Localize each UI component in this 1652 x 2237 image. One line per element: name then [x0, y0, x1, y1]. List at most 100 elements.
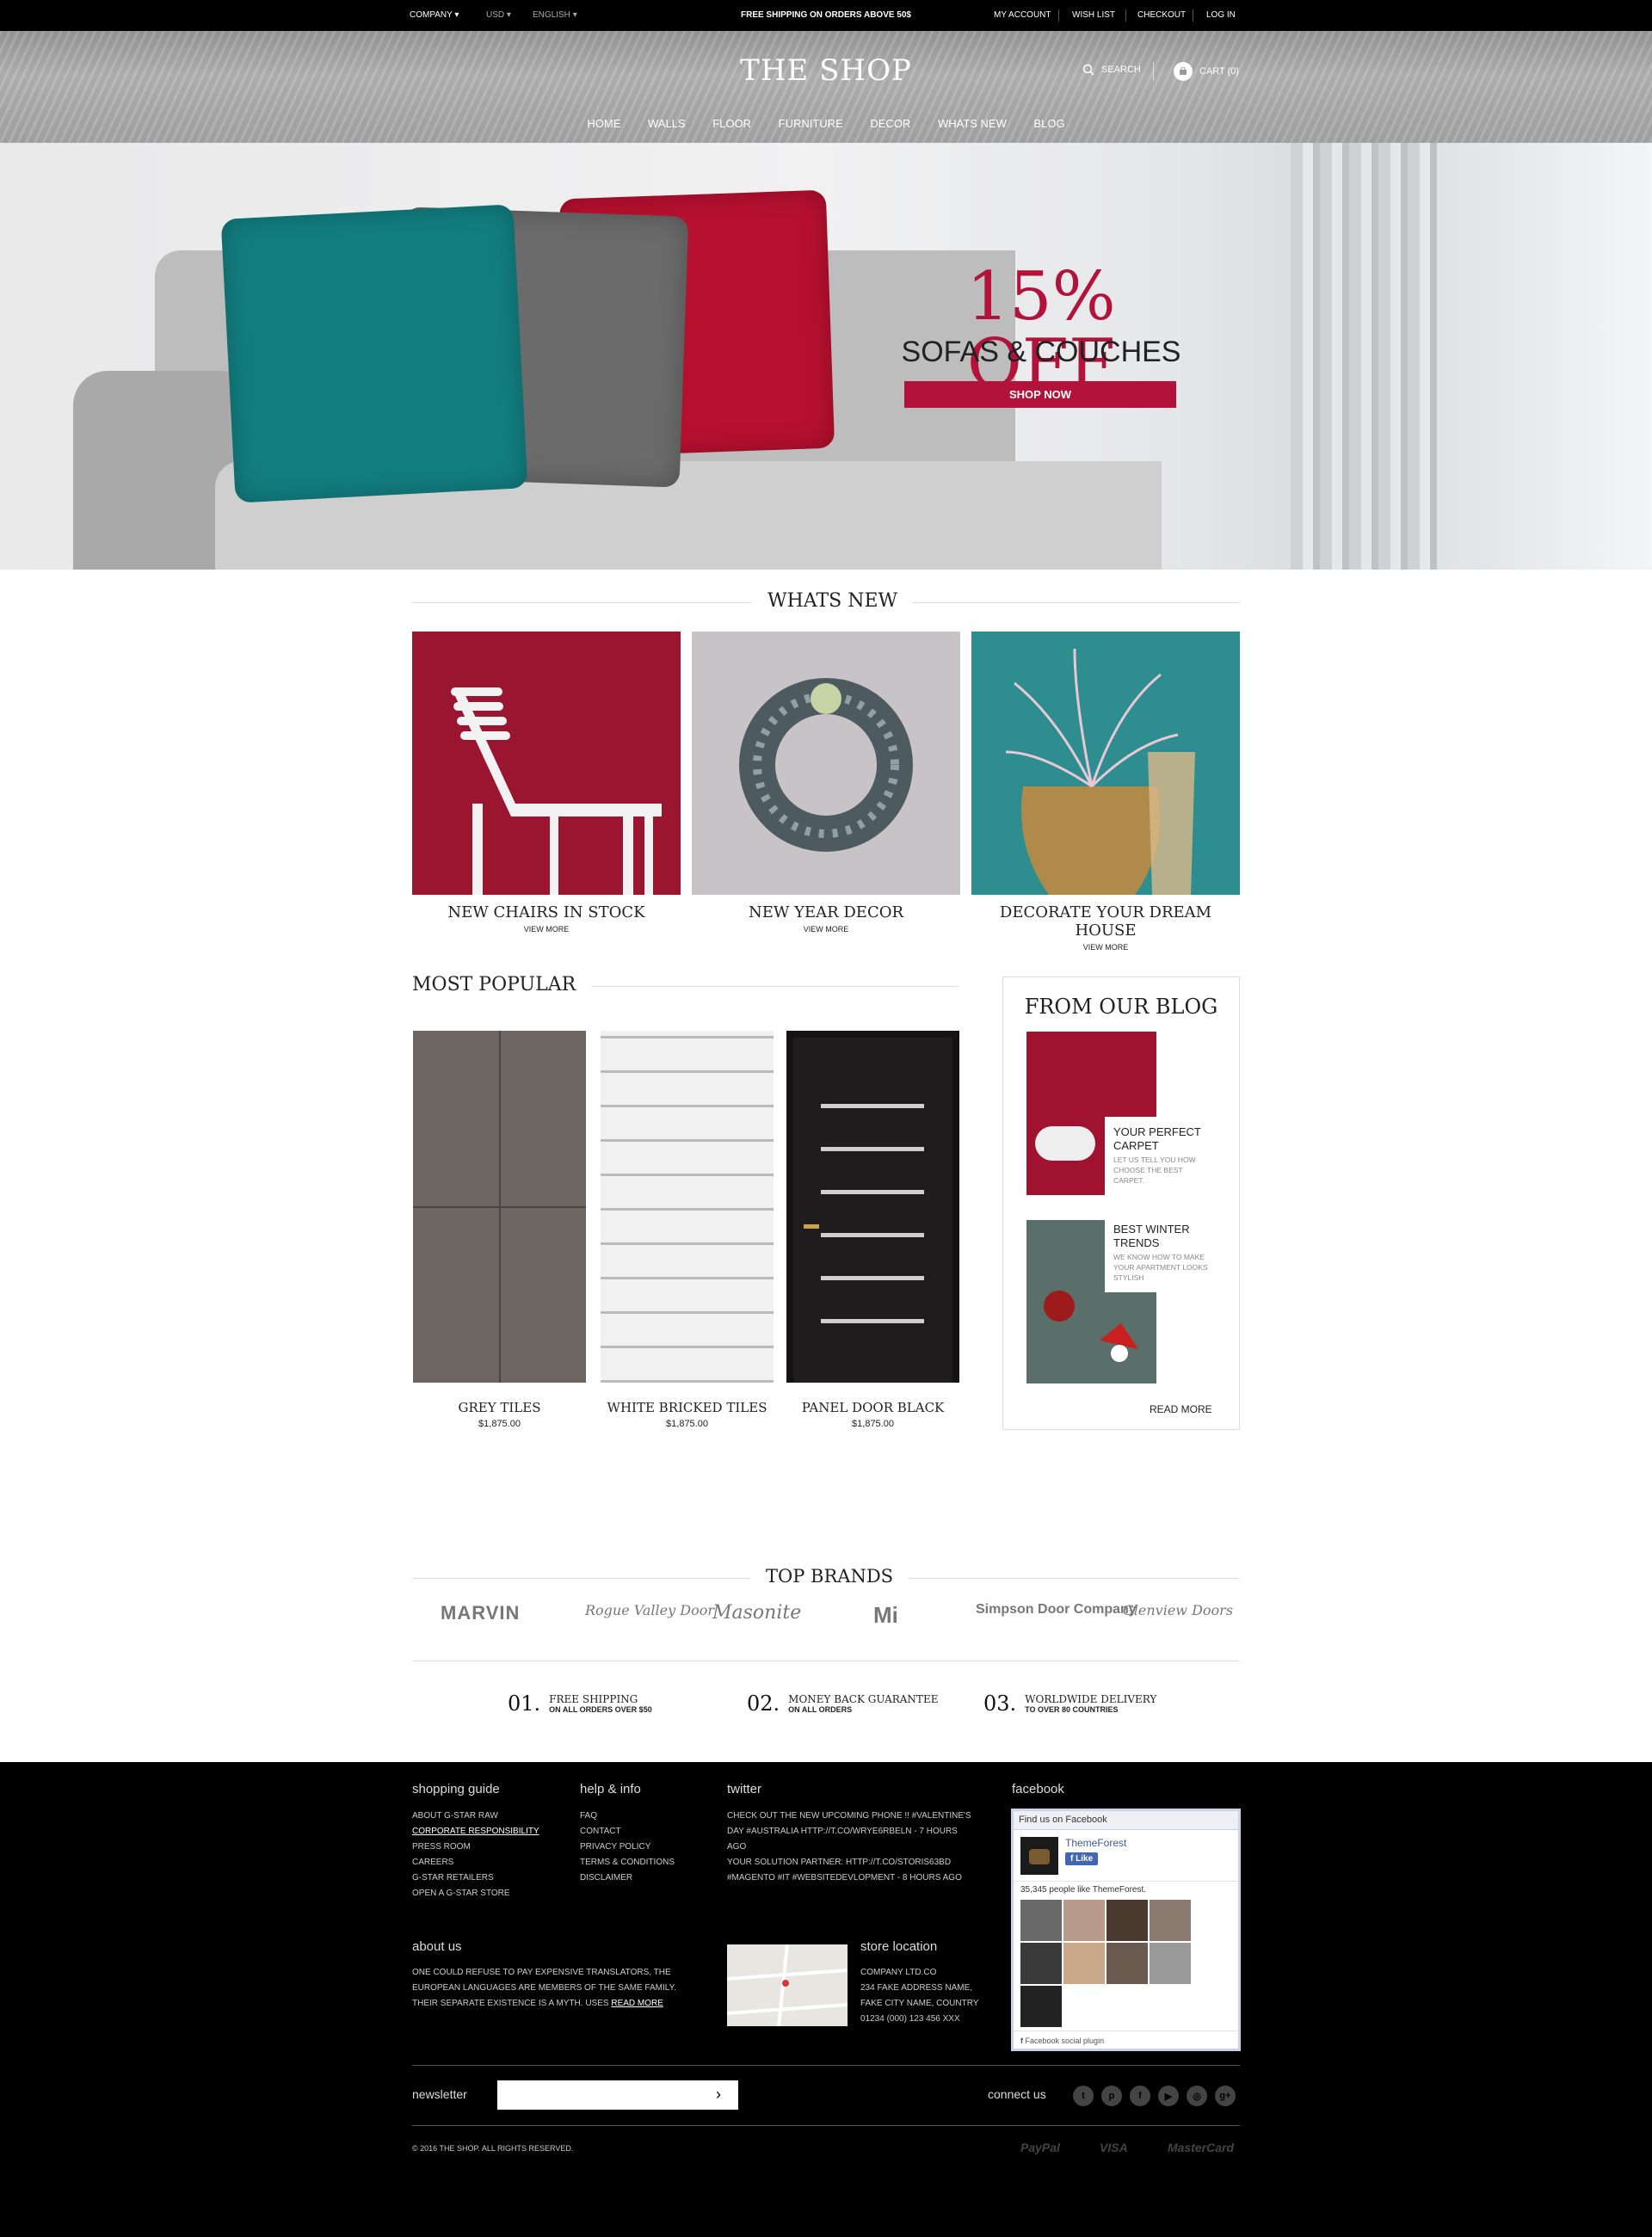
visa-logo: VISA: [1100, 2141, 1128, 2154]
search-label: SEARCH: [1101, 65, 1141, 75]
grey-tiles-image: [413, 1031, 586, 1383]
product-name: WHITE BRICKED TILES: [607, 1400, 767, 1415]
wish-list-link[interactable]: WISH LIST: [1072, 10, 1115, 20]
footer-link[interactable]: TERMS & CONDITIONS: [580, 1855, 675, 1870]
brand-masonite[interactable]: Masonite: [712, 1602, 801, 1624]
footer-link[interactable]: ABOUT G-STAR RAW: [412, 1809, 539, 1824]
twitter-icon[interactable]: t: [1073, 2086, 1094, 2106]
feature-title: WORLDWIDE DELIVERY: [1025, 1693, 1157, 1705]
facebook-widget[interactable]: Find us on Facebook ThemeForest f Like 3…: [1011, 1809, 1241, 2051]
chevron-right-icon[interactable]: ›: [716, 2086, 721, 2104]
fan-avatar: [1020, 1943, 1062, 1984]
facebook-icon[interactable]: f: [1130, 2086, 1150, 2106]
facebook-like-count: 35,345 people like ThemeForest.: [1020, 1885, 1147, 1895]
youtube-icon[interactable]: ▶: [1158, 2086, 1179, 2106]
themeforest-avatar: [1020, 1837, 1058, 1875]
pinterest-icon[interactable]: p: [1101, 2086, 1122, 2106]
nav-home[interactable]: HOME: [587, 117, 620, 130]
store-location-title: store location: [860, 1939, 938, 1954]
site-logo[interactable]: THE SHOP: [0, 53, 1652, 88]
white-brick-image: [601, 1031, 774, 1383]
facebook-page-name[interactable]: ThemeForest: [1065, 1837, 1126, 1849]
facebook-like-button[interactable]: f Like: [1065, 1852, 1099, 1865]
login-link[interactable]: LOG IN: [1206, 10, 1236, 20]
plugin-text: Facebook social plugin: [1025, 2037, 1105, 2045]
nav-blog[interactable]: BLOG: [1034, 117, 1065, 130]
instagram-icon[interactable]: ◎: [1187, 2086, 1207, 2106]
paypal-logo: PayPal: [1020, 2141, 1060, 2154]
footer-link[interactable]: CORPORATE RESPONSIBILITY: [412, 1824, 539, 1840]
read-more-link[interactable]: READ MORE: [1150, 1403, 1212, 1415]
footer-link[interactable]: CONTACT: [580, 1824, 675, 1840]
nav-walls[interactable]: WALLS: [648, 117, 686, 130]
nav-floor[interactable]: FLOOR: [712, 117, 751, 130]
site-header: THE SHOP SEARCH CART (0) HOME WALLS FLOO…: [0, 31, 1652, 143]
facebook-icon: f: [1020, 2037, 1023, 2045]
curtain: [1291, 143, 1437, 570]
brand-mi[interactable]: Mi: [873, 1602, 898, 1629]
brand-rogue-valley[interactable]: Rogue Valley Door: [585, 1602, 714, 1618]
cart-button[interactable]: CART (0): [1174, 62, 1239, 81]
view-more-link[interactable]: VIEW MORE: [412, 925, 681, 934]
facebook-widget-title: Find us on Facebook: [1014, 1811, 1238, 1830]
fan-avatar: [1063, 1900, 1105, 1941]
divider: [1125, 9, 1126, 22]
whats-new-card[interactable]: DECORATE YOUR DREAM HOUSE VIEW MORE: [971, 632, 1240, 952]
whats-new-card[interactable]: NEW YEAR DECOR VIEW MORE: [692, 632, 960, 934]
tweet: CHECK OUT THE NEW UPCOMING PHONE !! #VAL…: [727, 1811, 971, 1852]
tweet: YOUR SOLUTION PARTNER: HTTP://T.CO/STORI…: [727, 1858, 962, 1883]
feature-free-shipping: 01. FREE SHIPPING ON ALL ORDERS OVER $50: [508, 1692, 652, 1716]
footer-link[interactable]: FAQ: [580, 1809, 675, 1824]
product-card[interactable]: PANEL DOOR BLACK $1,875.00: [786, 1031, 959, 1429]
facebook-plugin-label: f Facebook social plugin: [1014, 2031, 1238, 2050]
newsletter-label: newsletter: [412, 2087, 467, 2101]
blog-post[interactable]: YOUR PERFECT CARPET LET US TELL YOU HOW …: [1105, 1117, 1218, 1195]
twitter-title: twitter: [727, 1782, 762, 1796]
brand-glenview[interactable]: Glenview Doors: [1123, 1602, 1233, 1618]
nav-whats-new[interactable]: WHATS NEW: [938, 117, 1007, 130]
help-info-links: FAQ CONTACT PRIVACY POLICY TERMS & CONDI…: [580, 1809, 675, 1886]
address-line: 01234 (000) 123 456 XXX: [860, 2014, 960, 2024]
footer-link[interactable]: DISCLAIMER: [580, 1870, 675, 1886]
shop-now-button[interactable]: SHOP NOW: [904, 381, 1176, 408]
nav-decor[interactable]: DECOR: [870, 117, 910, 130]
fan-avatar: [1106, 1943, 1148, 1984]
my-account-link[interactable]: MY ACCOUNT: [994, 10, 1051, 20]
blog-panel: FROM OUR BLOG YOUR PERFECT CARPET LET US…: [1002, 977, 1240, 1430]
newsletter-input[interactable]: [497, 2080, 738, 2110]
shipping-promo: FREE SHIPPING ON ORDERS ABOVE 50$: [740, 10, 911, 20]
wreath-image: [692, 632, 960, 895]
main-nav: HOME WALLS FLOOR FURNITURE DECOR WHATS N…: [0, 117, 1652, 130]
top-bar: COMPANY ▾ USD ▾ ENGLISH ▾ FREE SHIPPING …: [0, 0, 1652, 31]
brand-simpson[interactable]: Simpson Door Company: [976, 1602, 1137, 1618]
footer-link[interactable]: PRIVACY POLICY: [580, 1840, 675, 1855]
footer-link[interactable]: OPEN A G-STAR STORE: [412, 1886, 539, 1901]
brand-marvin[interactable]: MARVIN: [441, 1602, 520, 1624]
nav-furniture[interactable]: FURNITURE: [779, 117, 843, 130]
product-card[interactable]: GREY TILES $1,875.00: [413, 1031, 586, 1429]
footer-link[interactable]: G-STAR RETAILERS: [412, 1870, 539, 1886]
connect-label: connect us: [988, 2087, 1046, 2101]
feature-money-back: 02. MONEY BACK GUARANTEE ON ALL ORDERS: [747, 1692, 938, 1716]
checkout-link[interactable]: CHECKOUT: [1137, 10, 1186, 20]
view-more-link[interactable]: VIEW MORE: [692, 925, 960, 934]
google-plus-icon[interactable]: g+: [1215, 2086, 1236, 2106]
search-button[interactable]: SEARCH: [1082, 64, 1141, 76]
feature-sub: TO OVER 80 COUNTRIES: [1025, 1705, 1119, 1714]
blog-post-title: BEST WINTER TRENDS: [1113, 1223, 1190, 1249]
fan-avatar: [1150, 1900, 1191, 1941]
product-name: PANEL DOOR BLACK: [801, 1400, 945, 1415]
blog-title: FROM OUR BLOG: [1024, 995, 1218, 1019]
whats-new-card[interactable]: NEW CHAIRS IN STOCK VIEW MORE: [412, 632, 681, 934]
footer-link[interactable]: PRESS ROOM: [412, 1840, 539, 1855]
divider: [412, 2125, 1240, 2126]
store-map[interactable]: [727, 1944, 848, 2026]
footer-link[interactable]: CAREERS: [412, 1855, 539, 1870]
product-name: GREY TILES: [458, 1400, 541, 1415]
cart-label: CART (0): [1199, 66, 1240, 77]
view-more-link[interactable]: VIEW MORE: [971, 943, 1240, 952]
blog-post[interactable]: BEST WINTER TRENDS WE KNOW HOW TO MAKE Y…: [1105, 1214, 1218, 1292]
about-read-more-link[interactable]: READ MORE: [611, 1999, 663, 2008]
divider: [412, 2065, 1240, 2066]
product-card[interactable]: WHITE BRICKED TILES $1,875.00: [601, 1031, 774, 1429]
